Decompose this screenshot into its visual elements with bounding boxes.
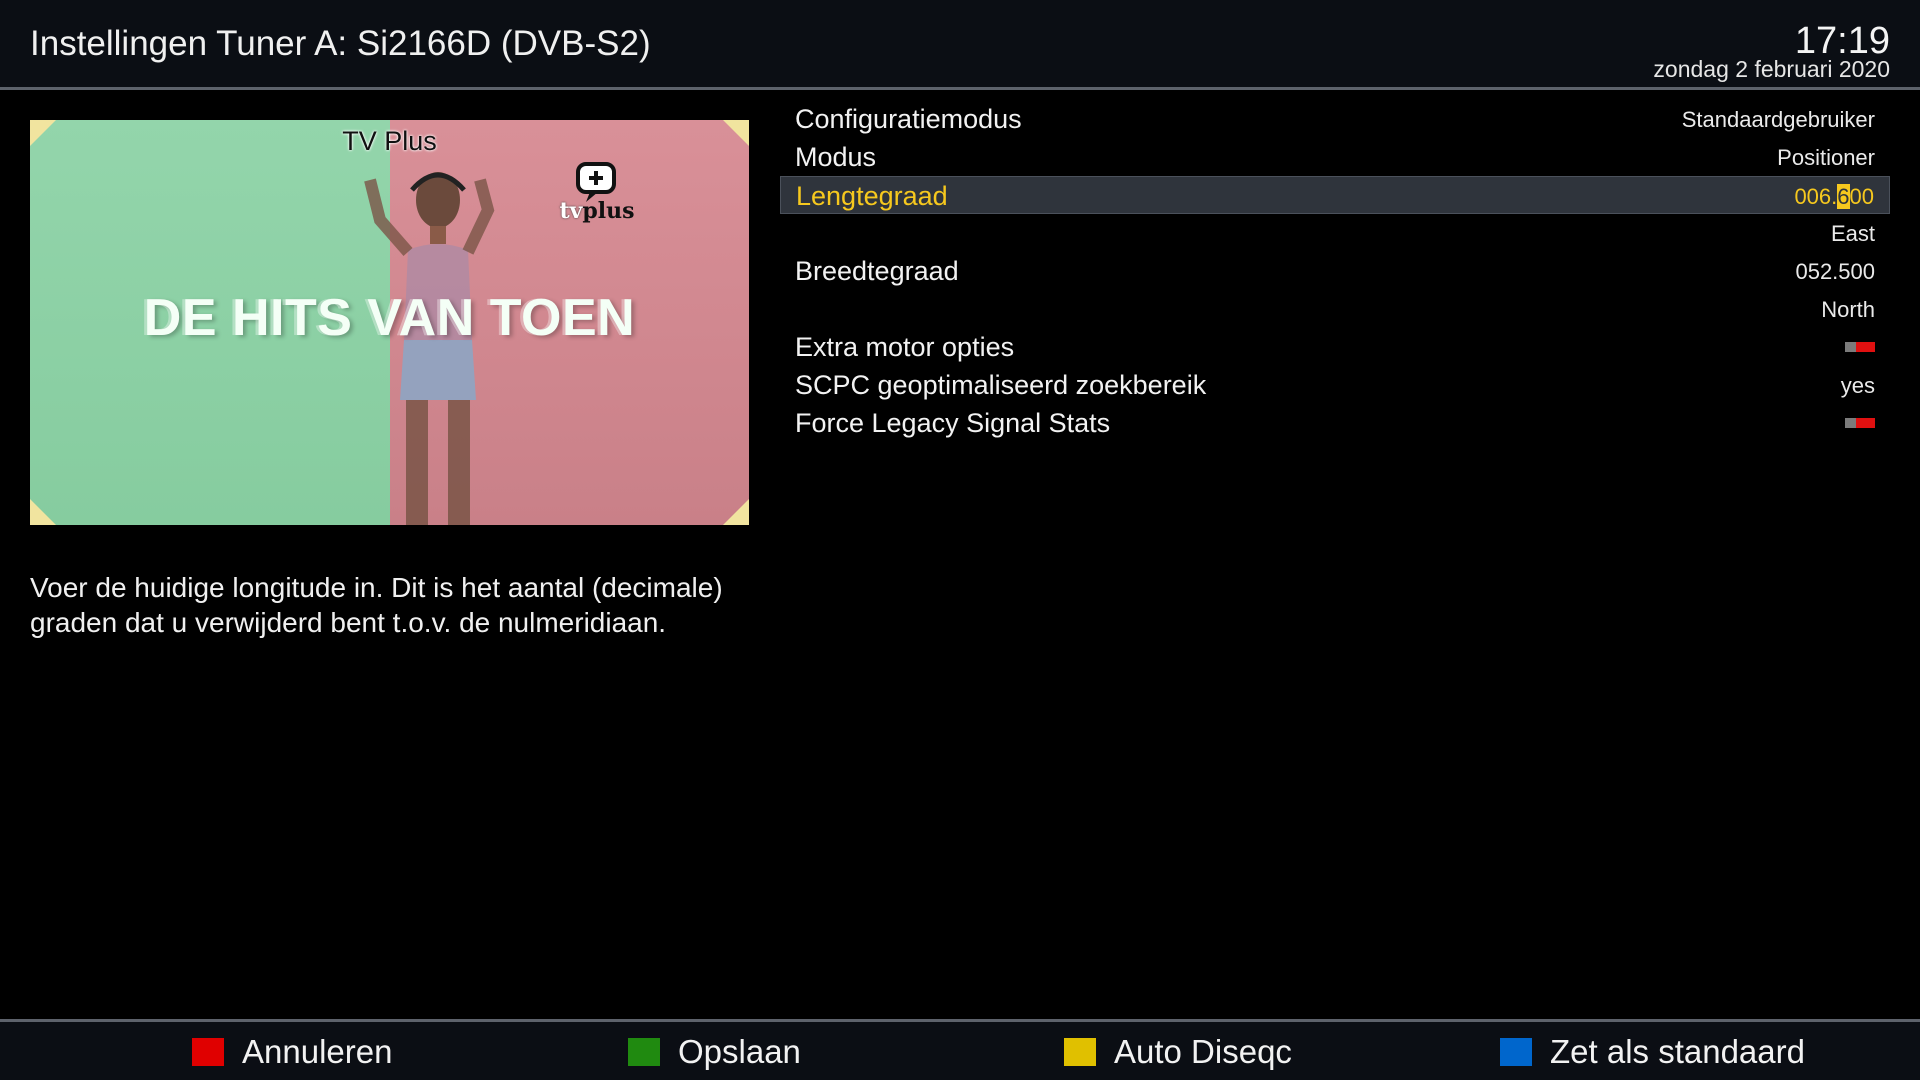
setting-value: Standaardgebruiker xyxy=(1681,107,1875,132)
setting-label: Force Legacy Signal Stats xyxy=(795,408,1111,438)
toggle-off-icon[interactable] xyxy=(1845,342,1875,352)
tv-preview: TV Plus tvplus DE HITS VAN TOEN xyxy=(30,120,749,525)
setting-force-legacy-signal-stats[interactable]: Force Legacy Signal Stats xyxy=(780,404,1890,442)
blue-key-icon xyxy=(1500,1038,1532,1066)
set-default-button[interactable]: Zet als standaard xyxy=(1500,1033,1805,1070)
yellow-key-icon xyxy=(1064,1038,1096,1066)
setting-label: SCPC geoptimaliseerd zoekbereik xyxy=(795,370,1207,400)
help-text: Voer de huidige longitude in. Dit is het… xyxy=(30,572,723,638)
setting-value: North xyxy=(1821,297,1875,322)
corner-marker xyxy=(30,499,56,525)
setting-latitude-direction[interactable]: North xyxy=(780,290,1890,328)
save-label: Opslaan xyxy=(678,1033,801,1070)
longitude-input[interactable]: 006.600 xyxy=(1794,184,1874,210)
text-cursor: 6 xyxy=(1837,184,1850,209)
setting-breedtegraad[interactable]: Breedtegraad 052.500 xyxy=(780,252,1890,290)
set-default-label: Zet als standaard xyxy=(1550,1033,1805,1070)
setting-lengtegraad[interactable]: Lengtegraad 006.600 xyxy=(780,176,1890,214)
cancel-button[interactable]: Annuleren xyxy=(192,1033,393,1070)
page-title: Instellingen Tuner A: Si2166D (DVB-S2) xyxy=(30,24,651,63)
auto-diseqc-label: Auto Diseqc xyxy=(1114,1033,1292,1070)
setting-label: Configuratiemodus xyxy=(795,104,1022,134)
green-key-icon xyxy=(628,1038,660,1066)
setting-value: East xyxy=(1830,221,1875,246)
setting-label: Extra motor opties xyxy=(795,332,1015,362)
settings-list: Configuratiemodus Standaardgebruiker Mod… xyxy=(780,100,1890,442)
setting-extra-motor-opties[interactable]: Extra motor opties xyxy=(780,328,1890,366)
date: zondag 2 februari 2020 xyxy=(1653,56,1890,82)
header-bar: Instellingen Tuner A: Si2166D (DVB-S2) 1… xyxy=(0,0,1920,87)
setting-label: Breedtegraad xyxy=(795,256,959,286)
setting-configuratiemodus[interactable]: Configuratiemodus Standaardgebruiker xyxy=(780,100,1890,138)
channel-name: TV Plus xyxy=(342,126,437,156)
red-key-icon xyxy=(192,1038,224,1066)
setting-value: Positioner xyxy=(1777,145,1875,170)
setting-value: 052.500 xyxy=(1795,259,1875,284)
auto-diseqc-button[interactable]: Auto Diseqc xyxy=(1064,1033,1292,1070)
tvplus-logo: tvplus xyxy=(559,198,635,224)
header-divider xyxy=(0,87,1920,90)
setting-longitude-direction[interactable]: East xyxy=(780,214,1890,252)
setting-label: Lengtegraad xyxy=(796,181,948,211)
toggle-off-icon[interactable] xyxy=(1845,418,1875,428)
save-button[interactable]: Opslaan xyxy=(628,1033,801,1070)
corner-marker xyxy=(723,120,749,146)
show-title: DE HITS VAN TOEN xyxy=(143,289,636,347)
setting-modus[interactable]: Modus Positioner xyxy=(780,138,1890,176)
setting-label: Modus xyxy=(795,142,877,172)
corner-marker xyxy=(30,120,56,146)
corner-marker xyxy=(723,499,749,525)
setting-scpc-zoekbereik[interactable]: SCPC geoptimaliseerd zoekbereik yes xyxy=(780,366,1890,404)
setting-value: yes xyxy=(1840,373,1875,398)
cancel-label: Annuleren xyxy=(242,1033,393,1070)
footer-bar: Annuleren Opslaan Auto Diseqc Zet als st… xyxy=(0,1022,1920,1080)
